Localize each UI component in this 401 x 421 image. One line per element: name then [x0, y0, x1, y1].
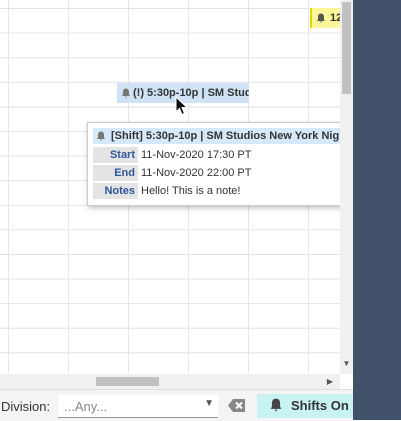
scroll-down-arrow-icon[interactable]: ▼ [342, 358, 351, 370]
shift-tooltip: [Shift] 5:30p-10p | SM Studios New York … [87, 122, 359, 206]
tooltip-key: End [93, 165, 138, 181]
bell-icon [316, 13, 326, 26]
horizontal-scrollbar[interactable]: ▶ [0, 374, 340, 389]
tooltip-title-bar: [Shift] 5:30p-10p | SM Studios New York … [93, 128, 359, 144]
shift-chip-label: (!) 5:30p-10p | SM Studio [133, 87, 249, 99]
clear-filter-button[interactable] [227, 398, 247, 413]
tooltip-key: Notes [93, 183, 138, 199]
tooltip-row-start: Start 11-Nov-2020 17:30 PT [93, 147, 343, 163]
shifts-button-label: Shifts On [291, 398, 349, 413]
division-select-value: ...Any... [64, 399, 108, 414]
tooltip-row-notes: Notes Hello! This is a note! [93, 183, 343, 199]
bottom-toolbar: Division: ...Any... ▼ Shifts On [0, 389, 353, 421]
tooltip-key: Start [93, 147, 138, 163]
bell-icon [121, 88, 131, 101]
scroll-right-arrow-icon[interactable]: ▶ [325, 376, 335, 387]
tooltip-row-end: End 11-Nov-2020 22:00 PT [93, 165, 343, 181]
tooltip-value: 11-Nov-2020 17:30 PT [141, 149, 252, 161]
tooltip-title: [Shift] 5:30p-10p | SM Studios New York … [111, 130, 359, 142]
event-chip-yellow[interactable]: 12 [310, 8, 344, 28]
tooltip-value: 11-Nov-2020 22:00 PT [141, 167, 252, 179]
tooltip-value: Hello! This is a note! [141, 185, 241, 197]
vertical-scrollbar[interactable]: ▼ [340, 0, 353, 374]
chevron-down-icon: ▼ [204, 398, 214, 409]
side-panel [353, 0, 401, 420]
mouse-cursor-icon [175, 95, 189, 119]
vertical-scroll-thumb[interactable] [342, 2, 351, 94]
bell-icon [96, 131, 106, 144]
horizontal-scroll-thumb[interactable] [96, 377, 159, 386]
division-label: Division: [1, 399, 51, 414]
shifts-toggle-button[interactable]: Shifts On [257, 394, 353, 418]
bell-icon [269, 398, 283, 416]
division-select[interactable]: ...Any... ▼ [58, 395, 218, 418]
